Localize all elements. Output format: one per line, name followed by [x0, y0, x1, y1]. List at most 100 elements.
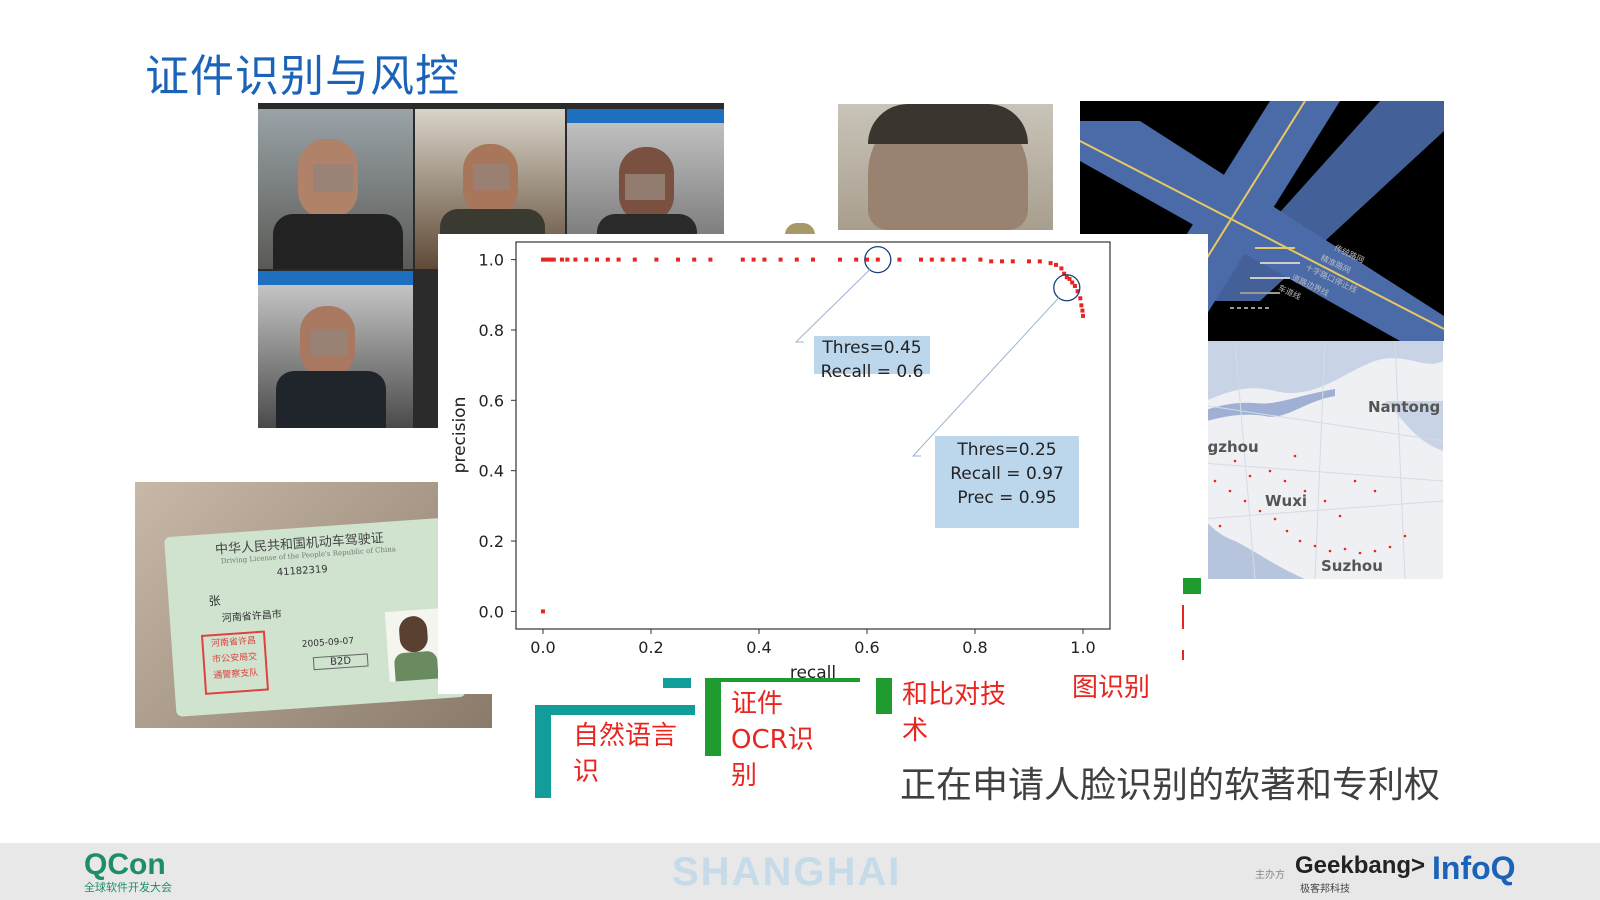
data-point	[865, 257, 869, 262]
data-point	[676, 257, 680, 262]
y-tick-label: 0.6	[479, 391, 504, 410]
data-point	[962, 257, 967, 262]
data-point	[573, 257, 578, 262]
data-point	[1079, 303, 1084, 308]
y-tick-label: 0.8	[479, 321, 504, 340]
face-closeup-photo	[838, 104, 1053, 230]
green-accent	[1183, 578, 1201, 594]
data-point	[740, 257, 745, 262]
data-point	[1072, 283, 1077, 288]
data-point	[1010, 259, 1015, 264]
patent-notice: 正在申请人脸识别的软著和专利权	[900, 765, 1441, 806]
red-stroke	[1182, 650, 1184, 660]
x-tick-label: 0.0	[530, 638, 555, 657]
geekbang-subtitle: 极客邦科技	[1300, 884, 1350, 895]
y-tick-label: 1.0	[479, 251, 504, 270]
bracket-nlp-bar	[535, 705, 551, 798]
bracket-nlp	[535, 705, 695, 715]
data-point	[1059, 266, 1064, 271]
data-point	[551, 257, 556, 262]
license-class: B2D	[312, 653, 369, 671]
map-label: Suzhou	[1321, 557, 1383, 575]
qcon-subtitle: 全球软件开发大会	[84, 881, 172, 894]
geekbang-logo: Geekbang>	[1295, 852, 1426, 879]
data-point	[897, 257, 902, 262]
face-blur	[310, 329, 348, 355]
x-tick-label: 0.2	[638, 638, 663, 657]
license-portrait	[384, 608, 445, 682]
x-tick-label: 0.8	[962, 638, 987, 657]
data-point	[1048, 261, 1053, 266]
data-point	[654, 257, 659, 262]
data-point	[1080, 308, 1085, 313]
map-label: Wuxi	[1265, 492, 1307, 510]
license-seal-line: 通警察支队	[213, 668, 259, 682]
annotation-line: Thres=0.45	[822, 338, 922, 358]
map-label: Nantong	[1368, 398, 1440, 416]
y-tick-label: 0.4	[479, 462, 504, 481]
data-point	[989, 259, 994, 264]
data-point	[605, 257, 610, 262]
data-point	[565, 257, 570, 262]
item-ocr-label: 证件 OCR识 别	[731, 686, 814, 794]
x-ticks: 0.0 0.2 0.4 0.6 0.8 1.0	[530, 629, 1096, 657]
data-point	[875, 257, 880, 262]
item-label-line: 识	[573, 757, 600, 787]
data-point	[1027, 259, 1031, 264]
bracket-compare-bar	[876, 678, 892, 714]
data-point	[1054, 262, 1058, 267]
organizer-label: 主办方	[1255, 870, 1285, 881]
face-blur	[313, 164, 353, 192]
item-compare-label: 和比对技 术	[902, 677, 1006, 749]
map-svg: Nantong Changzhou Wuxi Suzhou	[1175, 341, 1443, 579]
qcon-logo: QCon	[84, 848, 166, 881]
data-point	[1078, 296, 1083, 301]
license-number: 41182319	[276, 564, 329, 579]
face-blur	[625, 174, 665, 200]
face-blur	[473, 164, 509, 190]
license-card: 中华人民共和国机动车驾驶证 Driving License of the Peo…	[164, 517, 466, 717]
data-point	[929, 257, 934, 262]
data-point	[1000, 259, 1004, 264]
red-stroke	[1182, 605, 1184, 629]
data-point	[854, 257, 859, 262]
item-label-line: 术	[902, 716, 929, 746]
annotation-box-1: Thres=0.45 Recall = 0.6	[814, 336, 930, 382]
data-point	[751, 257, 756, 262]
x-tick-label: 1.0	[1070, 638, 1095, 657]
slide-title: 证件识别与风控	[145, 51, 460, 102]
annotation-line: Prec = 0.95	[957, 488, 1057, 508]
data-point	[940, 257, 945, 262]
data-point	[1067, 276, 1072, 281]
regional-map: Nantong Changzhou Wuxi Suzhou	[1175, 341, 1443, 579]
item-label-line: 别	[731, 761, 758, 791]
y-tick-label: 0.2	[479, 532, 504, 551]
annotation-line: Recall = 0.97	[950, 464, 1064, 484]
data-point	[811, 257, 815, 262]
data-point	[1037, 259, 1042, 264]
y-tick-label: 0.0	[479, 602, 504, 621]
license-issue-date: 2005-09-07	[301, 636, 355, 650]
data-point	[616, 257, 621, 262]
data-point	[794, 257, 799, 262]
data-point	[978, 257, 983, 262]
license-name: 张	[208, 593, 222, 609]
data-point	[951, 257, 956, 262]
data-point	[778, 257, 783, 262]
item-label-line: 证件	[731, 689, 784, 719]
data-point	[541, 609, 545, 614]
data-point	[919, 257, 923, 262]
y-axis-label: precision	[450, 397, 470, 474]
pr-curve-panel: 0.0 0.2 0.4 0.6 0.8 1.0 0.0 0.2 0.4 0.6 0.8 1.0 re…	[438, 234, 1208, 694]
bracket-ocr-top	[663, 678, 691, 688]
bracket-ocr-bar	[705, 678, 721, 756]
infoq-logo: InfoQ	[1432, 850, 1516, 886]
data-point	[762, 257, 767, 262]
bracket-ocr	[705, 678, 860, 682]
x-tick-label: 0.4	[746, 638, 771, 657]
data-point	[838, 257, 842, 262]
y-ticks: 0.0 0.2 0.4 0.6 0.8 1.0	[479, 251, 516, 621]
license-address: 河南省许昌市	[221, 609, 283, 625]
data-point	[1070, 280, 1075, 285]
data-point	[584, 257, 589, 262]
